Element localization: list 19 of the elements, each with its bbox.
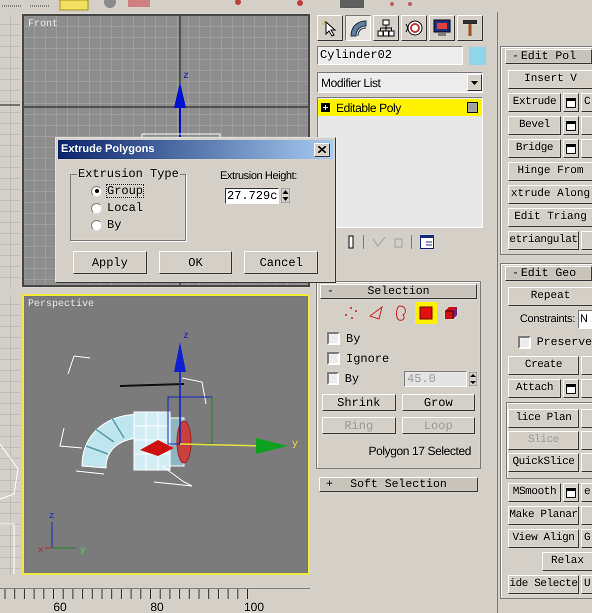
dropdown-text: Modifier List (320, 74, 382, 92)
axis-label: y (80, 545, 86, 555)
selection-status: Polygon 17 Selected (368, 443, 472, 460)
axis-label: y (292, 439, 298, 450)
checkbox-label: By (344, 370, 360, 388)
axis-label: z (183, 331, 190, 342)
checkbox-label: By (346, 330, 362, 348)
axis-label: z (183, 71, 190, 82)
field-label: Constraints: (520, 312, 575, 328)
frame-number: 80 (150, 600, 164, 613)
frame-number: 60 (53, 600, 67, 613)
dialog-title: Extrude Polygons (61, 142, 156, 158)
checkbox-label: Ignore (346, 350, 390, 368)
axis-label: z (49, 511, 54, 521)
field-label: Extrusion Height: (220, 169, 297, 184)
frame-number: 100 (244, 600, 264, 613)
checkbox-label: Preserve (536, 334, 592, 351)
axis-label: x (38, 545, 44, 555)
group-title: Extrusion Type (77, 166, 180, 183)
